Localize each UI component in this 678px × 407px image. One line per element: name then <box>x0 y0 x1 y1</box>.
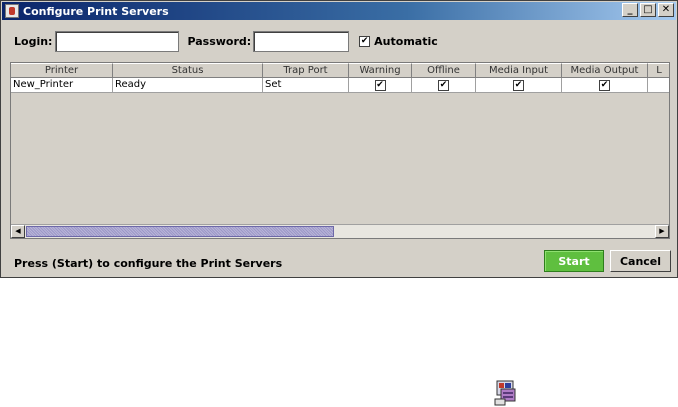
column-header-offline[interactable]: Offline <box>412 63 476 78</box>
horizontal-scrollbar[interactable]: ◀ ▶ <box>11 224 669 238</box>
column-header-media-output[interactable]: Media Output <box>562 63 648 78</box>
cell-printer[interactable]: New_Printer <box>11 78 113 93</box>
cell-status[interactable]: Ready <box>113 78 263 93</box>
print-server-icon[interactable] <box>493 379 521 407</box>
login-field[interactable] <box>55 31 180 52</box>
cell-truncated[interactable] <box>648 78 669 93</box>
login-label: Login: <box>14 35 53 48</box>
check-mark-icon: ✔ <box>376 79 384 90</box>
table-grid: Printer Status Trap Port Warning Offline… <box>11 63 669 223</box>
column-header-trap-port[interactable]: Trap Port <box>263 63 349 78</box>
column-header-printer[interactable]: Printer <box>11 63 113 78</box>
column-header-warning[interactable]: Warning <box>349 63 412 78</box>
check-mark-icon: ✔ <box>360 36 369 46</box>
close-button[interactable]: ✕ <box>658 3 674 17</box>
warning-checkbox[interactable]: ✔ <box>374 79 386 91</box>
automatic-label: Automatic <box>374 35 438 48</box>
column-header-media-input[interactable]: Media Input <box>476 63 562 78</box>
window-title: Configure Print Servers <box>23 4 169 18</box>
cell-offline[interactable]: ✔ <box>412 78 476 93</box>
check-mark-icon: ✔ <box>514 79 523 90</box>
cell-media-output[interactable]: ✔ <box>562 78 648 93</box>
password-label: Password: <box>187 35 252 48</box>
cell-warning[interactable]: ✔ <box>349 78 412 93</box>
automatic-checkbox[interactable]: ✔ <box>359 36 371 47</box>
configure-print-servers-window: Configure Print Servers _ □ ✕ Login: Pas… <box>0 0 678 278</box>
column-header-status[interactable]: Status <box>113 63 263 78</box>
cell-trap-port[interactable]: Set <box>263 78 349 93</box>
check-mark-icon: ✔ <box>600 79 609 90</box>
printer-table: Printer Status Trap Port Warning Offline… <box>10 62 670 239</box>
media-input-checkbox[interactable]: ✔ <box>513 79 524 91</box>
table-row[interactable]: New_Printer Ready Set ✔ ✔ ✔ ✔ <box>11 78 669 93</box>
media-output-checkbox[interactable]: ✔ <box>599 79 610 91</box>
minimize-button[interactable]: _ <box>622 3 638 17</box>
table-header: Printer Status Trap Port Warning Offline… <box>11 63 669 78</box>
cancel-button[interactable]: Cancel <box>610 250 671 272</box>
title-bar[interactable]: Configure Print Servers _ □ ✕ <box>2 2 676 20</box>
password-field[interactable] <box>253 31 350 52</box>
check-mark-icon: ✔ <box>439 79 448 90</box>
scroll-left-arrow-icon[interactable]: ◀ <box>11 225 25 238</box>
maximize-button[interactable]: □ <box>640 3 656 17</box>
column-header-truncated[interactable]: L <box>648 63 669 78</box>
instruction-text: Press (Start) to configure the Print Ser… <box>14 257 283 270</box>
cell-media-input[interactable]: ✔ <box>476 78 562 93</box>
scrollbar-thumb[interactable] <box>26 226 334 237</box>
scroll-right-arrow-icon[interactable]: ▶ <box>655 225 669 238</box>
window-controls: _ □ ✕ <box>622 3 674 17</box>
start-button[interactable]: Start <box>544 250 604 272</box>
java-app-icon <box>5 4 19 18</box>
offline-checkbox[interactable]: ✔ <box>438 79 449 91</box>
credentials-row: Login: Password: ✔ Automatic <box>14 31 438 52</box>
